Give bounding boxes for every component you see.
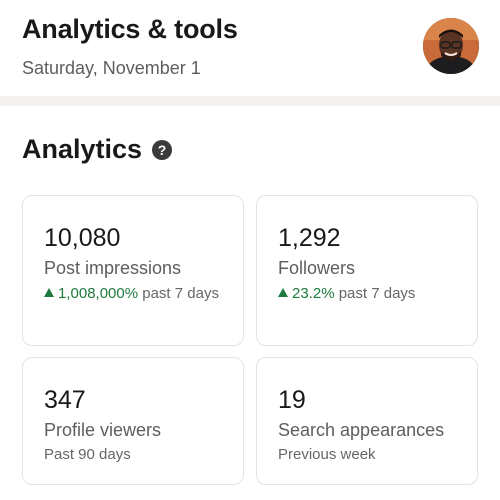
card-followers[interactable]: 1,292 Followers 23.2% past 7 days (256, 195, 478, 346)
card-label: Profile viewers (44, 420, 162, 440)
card-value: 19 (278, 386, 306, 414)
card-profile-viewers[interactable]: 347 Profile viewers Past 90 days (22, 357, 244, 485)
section-divider (0, 96, 500, 106)
page-title: Analytics & tools (22, 14, 238, 44)
card-trend: 23.2% past 7 days (278, 284, 468, 304)
card-label: Post impressions (44, 258, 182, 278)
card-value: 347 (44, 386, 86, 414)
card-label: Search appearances (278, 420, 445, 440)
help-icon[interactable]: ? (152, 139, 173, 160)
card-value: 1,292 (278, 224, 341, 252)
card-label: Followers (278, 258, 356, 278)
card-post-impressions[interactable]: 10,080 Post impressions 1,008,000% past … (22, 195, 244, 346)
trend-period: past 7 days (138, 285, 219, 302)
trend-up-icon (278, 288, 288, 297)
avatar-image (423, 18, 479, 74)
avatar[interactable] (423, 18, 479, 74)
card-value: 10,080 (44, 224, 121, 252)
section-heading: Analytics ? (22, 134, 173, 165)
trend-percent: 1,008,000% (58, 285, 139, 302)
trend-up-icon (44, 288, 54, 297)
card-subtitle: Past 90 days (44, 446, 131, 463)
trend-percent: 23.2% (292, 285, 335, 302)
trend-period: past 7 days (334, 285, 416, 302)
page-header: Analytics & tools Saturday, November 1 (0, 0, 500, 96)
card-search-appearances[interactable]: 19 Search appearances Previous week (256, 357, 478, 485)
card-trend: 1,008,000% past 7 days (44, 284, 234, 304)
page-date: Saturday, November 1 (22, 58, 201, 78)
card-subtitle: Previous week (278, 446, 376, 463)
section-title: Analytics (22, 134, 143, 164)
